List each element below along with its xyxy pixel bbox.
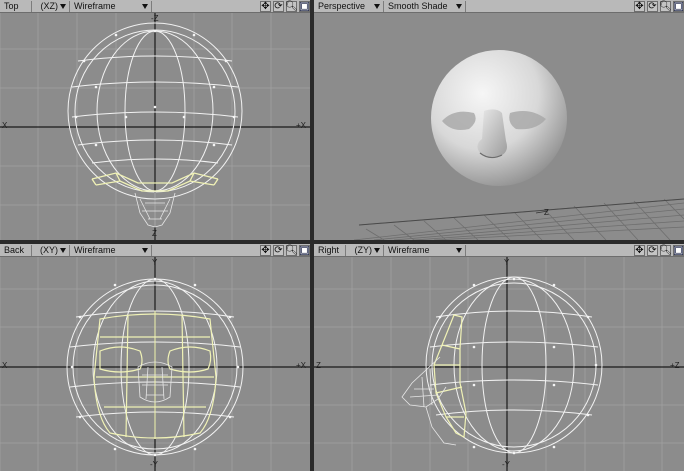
maximize-viewport-icon[interactable]: ▣	[673, 0, 684, 12]
chevron-down-icon	[456, 3, 462, 9]
right-axis-bottom-label: -Y	[502, 460, 510, 469]
chevron-down-icon	[374, 3, 380, 9]
perspective-viewport-header: Perspective Smooth Shade ✥ ⟳ 🔍︎ ▣	[314, 0, 684, 13]
right-view-type-dropdown[interactable]: (ZY)	[346, 244, 384, 256]
back-axis-left-label: X	[2, 361, 8, 370]
top-axis-top-label: -Z	[151, 14, 159, 23]
zoom-view-icon[interactable]: 🔍︎	[659, 244, 672, 256]
rotate-view-icon[interactable]: ⟳	[273, 244, 284, 256]
chevron-down-icon	[456, 247, 462, 253]
chevron-down-icon	[60, 3, 66, 9]
zoom-view-icon[interactable]: 🔍︎	[285, 244, 298, 256]
top-viewport-header: Top (XZ) Wireframe ✥ ⟳ 🔍︎ ▣	[0, 0, 310, 13]
right-axis-left-label: Z	[316, 361, 321, 370]
right-viewport-header: Right (ZY) Wireframe ✥ ⟳ 🔍︎ ▣	[314, 244, 684, 257]
move-view-icon[interactable]: ✥	[260, 244, 271, 256]
top-view-canvas[interactable]: X +X -Z Z	[0, 13, 310, 240]
perspective-view-canvas[interactable]: Z	[314, 13, 684, 240]
move-view-icon[interactable]: ✥	[634, 0, 645, 12]
rotate-view-icon[interactable]: ⟳	[647, 0, 658, 12]
lightwave-modeler-viewports: Top (XZ) Wireframe ✥ ⟳ 🔍︎ ▣ X +X -Z Z Pe…	[0, 0, 684, 471]
top-view-label[interactable]: Top	[0, 0, 32, 12]
back-view-label[interactable]: Back	[0, 244, 32, 256]
perspective-viewport[interactable]: Perspective Smooth Shade ✥ ⟳ 🔍︎ ▣ Z	[314, 0, 684, 240]
chevron-down-icon	[60, 247, 66, 253]
chevron-down-icon	[142, 247, 148, 253]
move-view-icon[interactable]: ✥	[260, 0, 271, 12]
back-viewport-header: Back (XY) Wireframe ✥ ⟳ 🔍︎ ▣	[0, 244, 310, 257]
maximize-viewport-icon[interactable]: ▣	[299, 0, 310, 12]
rotate-view-icon[interactable]: ⟳	[647, 244, 658, 256]
chevron-down-icon	[142, 3, 148, 9]
perspective-view-type-dropdown[interactable]: Perspective	[314, 0, 384, 12]
perspective-render-mode-dropdown[interactable]: Smooth Shade	[384, 0, 466, 12]
move-view-icon[interactable]: ✥	[634, 244, 645, 256]
right-axis-right-label: +Z	[670, 361, 680, 370]
top-viewport[interactable]: Top (XZ) Wireframe ✥ ⟳ 🔍︎ ▣ X +X -Z Z	[0, 0, 310, 240]
head-model	[431, 50, 567, 186]
top-render-mode-dropdown[interactable]: Wireframe	[70, 0, 152, 12]
back-render-mode-dropdown[interactable]: Wireframe	[70, 244, 152, 256]
top-view-type-dropdown[interactable]: (XZ)	[32, 0, 70, 12]
right-viewport[interactable]: Right (ZY) Wireframe ✥ ⟳ 🔍︎ ▣ Z +Z Y -Y	[314, 244, 684, 471]
top-axis-right-label: +X	[296, 121, 307, 130]
back-view-type-dropdown[interactable]: (XY)	[32, 244, 70, 256]
top-axis-left-label: X	[2, 121, 8, 130]
back-axis-bottom-label: -Y	[150, 460, 158, 469]
top-axis-bottom-label: Z	[152, 229, 157, 238]
back-viewport[interactable]: Back (XY) Wireframe ✥ ⟳ 🔍︎ ▣ X +X Y -Y	[0, 244, 310, 471]
back-axis-right-label: +X	[296, 361, 307, 370]
right-render-mode-dropdown[interactable]: Wireframe	[384, 244, 466, 256]
maximize-viewport-icon[interactable]: ▣	[673, 244, 684, 256]
right-axis-top-label: Y	[504, 258, 510, 267]
right-view-canvas[interactable]: Z +Z Y -Y	[314, 257, 684, 471]
chevron-down-icon	[374, 247, 380, 253]
maximize-viewport-icon[interactable]: ▣	[299, 244, 310, 256]
zoom-view-icon[interactable]: 🔍︎	[659, 0, 672, 12]
back-view-canvas[interactable]: X +X Y -Y	[0, 257, 310, 471]
rotate-view-icon[interactable]: ⟳	[273, 0, 284, 12]
right-view-label[interactable]: Right	[314, 244, 346, 256]
back-axis-top-label: Y	[152, 258, 158, 267]
zoom-view-icon[interactable]: 🔍︎	[285, 0, 298, 12]
perspective-axis-label: Z	[544, 208, 549, 217]
